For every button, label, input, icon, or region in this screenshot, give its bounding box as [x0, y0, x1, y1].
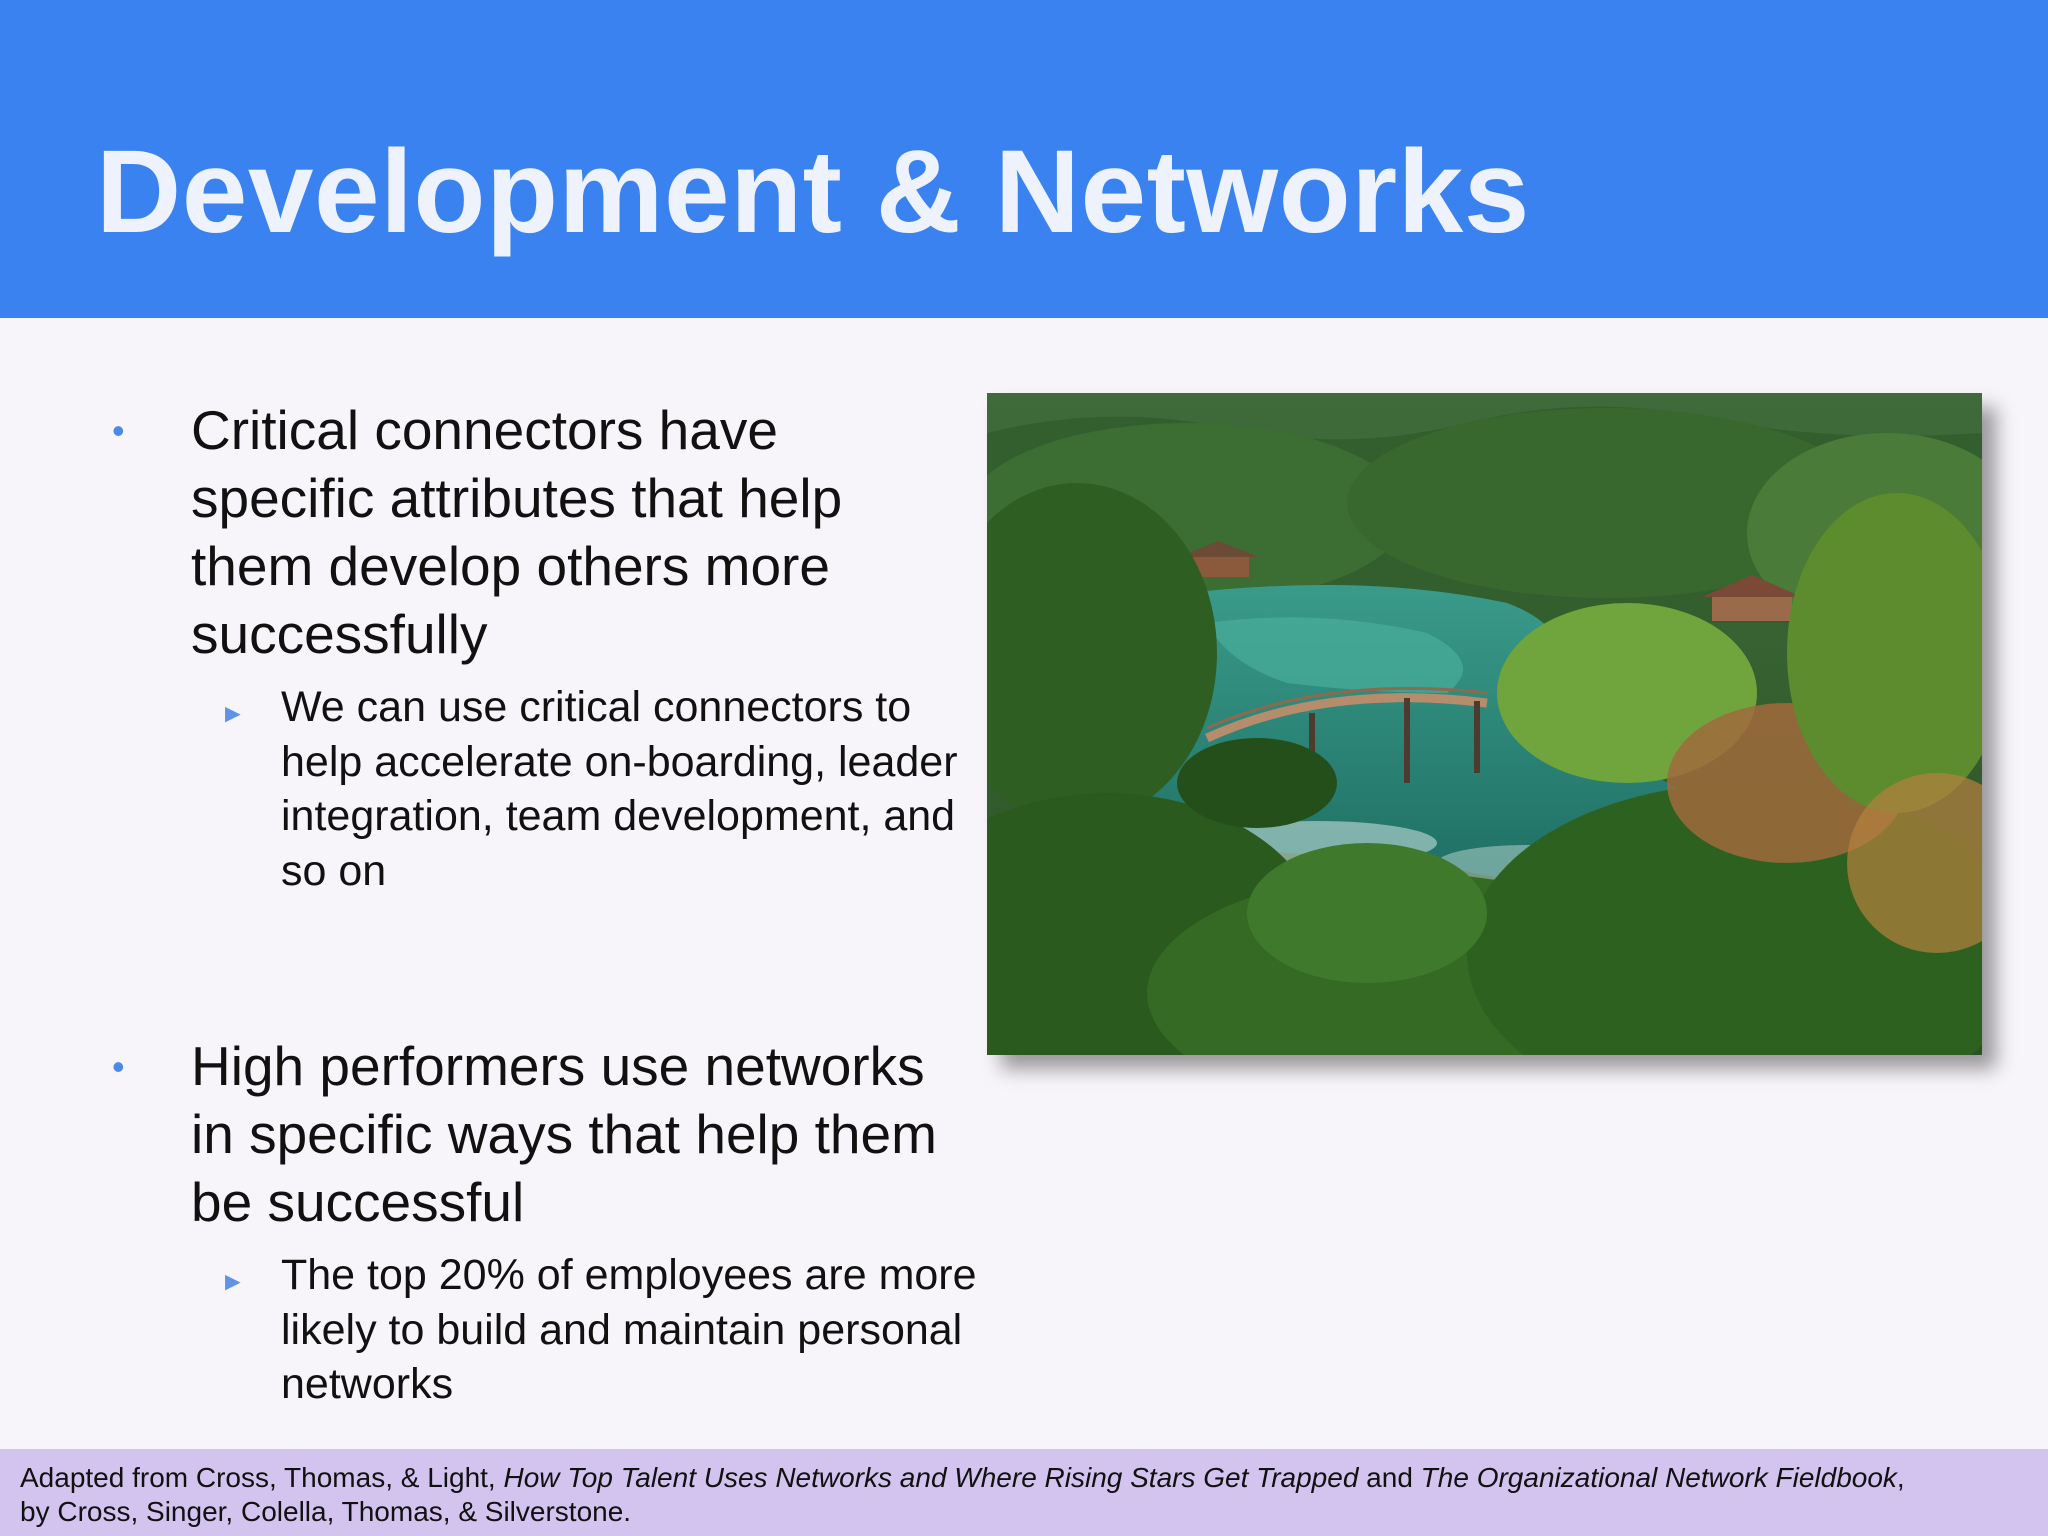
title-bar: Development & Networks [0, 0, 2048, 318]
bullet-text: Critical connectors have specific attrib… [191, 399, 843, 665]
sub-bullet-arrow-icon: ► [220, 1266, 246, 1296]
slide-title: Development & Networks [96, 126, 1530, 258]
bullet-dot: • [112, 410, 125, 451]
citation-prefix: Adapted from Cross, Thomas, & Light, [20, 1462, 504, 1493]
citation-text: Adapted from Cross, Thomas, & Light, How… [20, 1461, 1920, 1529]
sub-bullet-arrow-icon: ► [220, 698, 246, 728]
citation-title-2: The Organizational Network Fieldbook [1420, 1462, 1897, 1493]
sub-bullet-text: The top 20% of employees are more likely… [281, 1251, 977, 1408]
bullet-text: High performers use networks in specific… [191, 1035, 937, 1233]
citation-middle: and [1358, 1462, 1421, 1493]
garden-photo [987, 393, 1982, 1055]
sub-bullet-text: We can use critical connectors to help a… [281, 683, 958, 895]
bullet-dot: • [112, 1046, 125, 1087]
citation-title-1: How Top Talent Uses Networks and Where R… [503, 1462, 1359, 1493]
citation-footer: Adapted from Cross, Thomas, & Light, How… [0, 1449, 2048, 1536]
